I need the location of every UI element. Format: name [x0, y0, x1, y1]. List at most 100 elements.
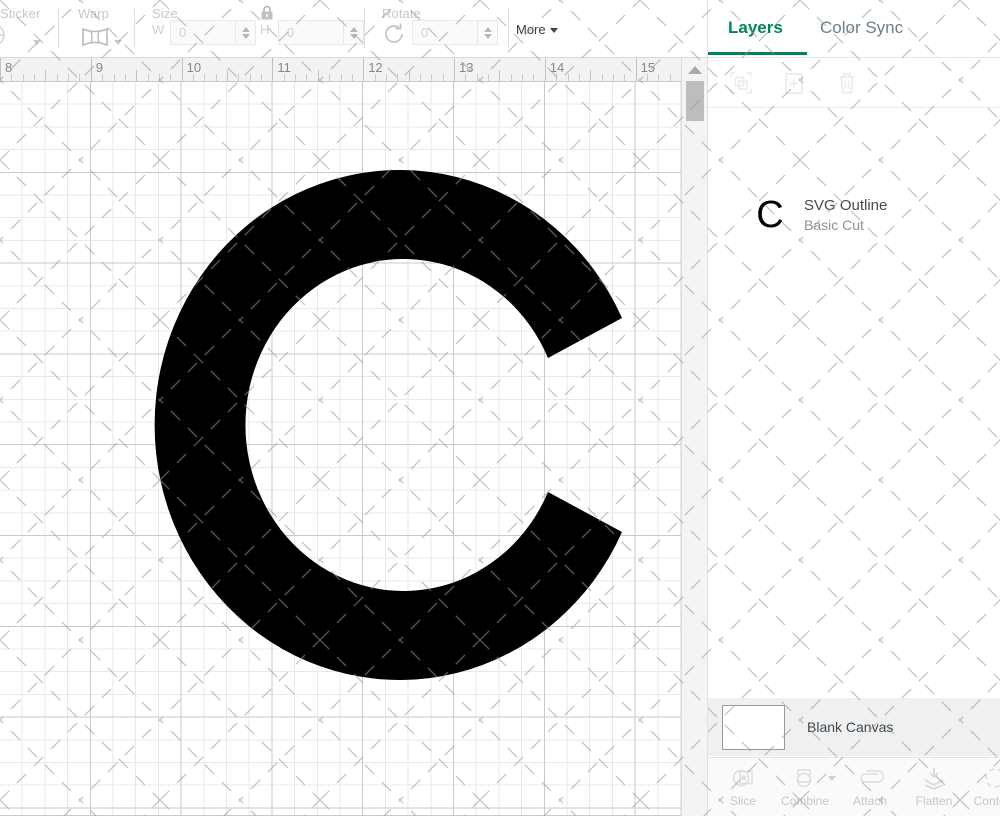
ruler-minor-tick	[488, 74, 489, 81]
scrollbar-thumb[interactable]	[686, 81, 704, 121]
ruler-minor-tick	[68, 74, 69, 81]
ruler-minor-tick	[624, 74, 625, 81]
ruler-number: 12	[368, 60, 382, 75]
ruler-minor-tick	[443, 74, 444, 81]
ruler-number: 9	[96, 60, 103, 75]
ruler-minor-tick	[533, 74, 534, 81]
ruler-minor-tick	[11, 74, 12, 81]
width-stepper[interactable]	[236, 20, 256, 45]
ruler-minor-tick	[227, 70, 228, 81]
ruler-minor-tick	[34, 74, 35, 81]
ruler-number: 11	[277, 60, 291, 75]
design-canvas[interactable]	[0, 82, 707, 816]
width-field-wrap[interactable]: 0	[170, 20, 256, 45]
height-input[interactable]: 0	[278, 20, 344, 45]
add-layer-icon[interactable]	[777, 66, 811, 100]
contour-button[interactable]: Contour	[966, 764, 1000, 816]
contour-icon	[982, 764, 1000, 792]
ruler-minor-tick	[647, 74, 648, 81]
ruler-minor-tick	[284, 74, 285, 81]
layer-subtitle: Basic Cut	[804, 217, 887, 233]
sticker-icon[interactable]	[0, 24, 20, 51]
group-icon[interactable]	[724, 66, 758, 100]
ruler-major-tick	[272, 58, 273, 82]
letter-c-shape[interactable]	[148, 170, 638, 685]
tab-layers[interactable]: Layers	[728, 18, 783, 38]
right-panel: Layers Color Sync	[707, 0, 1000, 816]
canvas-vertical-scrollbar[interactable]	[681, 58, 707, 816]
ruler-minor-tick	[602, 74, 603, 81]
ruler-major-tick	[363, 58, 364, 82]
ruler-minor-tick	[375, 74, 376, 81]
ruler-minor-tick	[170, 74, 171, 81]
ruler-minor-tick	[477, 74, 478, 81]
ruler-minor-tick	[579, 74, 580, 81]
more-label: More	[516, 22, 546, 37]
rotate-field-wrap[interactable]: 0	[412, 20, 498, 45]
top-toolbar: Sticker Warp	[0, 0, 707, 58]
flatten-label: Flatten	[916, 794, 953, 808]
warp-label: Warp	[78, 6, 109, 21]
ruler-minor-tick	[23, 74, 24, 81]
ruler-minor-tick	[341, 74, 342, 81]
warp-icon[interactable]	[80, 26, 110, 53]
layer-action-bar	[708, 58, 1000, 108]
ruler-major-tick	[0, 58, 1, 82]
ruler-number: 14	[550, 60, 564, 75]
rotate-input[interactable]: 0	[412, 20, 478, 45]
ruler-minor-tick	[556, 74, 557, 81]
active-tab-underline	[708, 52, 807, 55]
rotate-icon[interactable]	[382, 22, 408, 51]
scroll-up-arrow-icon[interactable]	[682, 62, 708, 78]
layer-text-block: SVG Outline Basic Cut	[804, 197, 887, 233]
flatten-icon	[921, 764, 947, 792]
list-item[interactable]: C SVG Outline Basic Cut	[708, 186, 1000, 244]
combine-dropdown-caret[interactable]	[828, 776, 836, 781]
tab-color-sync[interactable]: Color Sync	[820, 18, 903, 38]
blank-canvas-row[interactable]: Blank Canvas	[708, 698, 1000, 756]
attach-label: Attach	[853, 794, 887, 808]
warp-dropdown-caret[interactable]	[114, 34, 122, 52]
ruler-minor-tick	[216, 74, 217, 81]
rotate-stepper[interactable]	[478, 20, 498, 45]
flatten-button[interactable]: Flatten	[905, 764, 963, 816]
ruler-major-tick	[182, 58, 183, 82]
ruler-minor-tick	[238, 74, 239, 81]
ruler-minor-tick	[45, 70, 46, 81]
ruler-number: 13	[459, 60, 473, 75]
slice-button[interactable]: Slice	[714, 764, 772, 816]
ruler-major-tick	[454, 58, 455, 82]
more-button[interactable]: More	[516, 22, 558, 37]
ruler-minor-tick	[397, 74, 398, 81]
ruler-minor-tick	[148, 74, 149, 81]
ruler-major-tick	[636, 58, 637, 82]
ruler-number: 8	[5, 60, 12, 75]
ruler-minor-tick	[522, 74, 523, 81]
ruler-minor-tick	[670, 74, 671, 81]
attach-icon	[856, 764, 884, 792]
ruler-minor-tick	[250, 74, 251, 81]
layer-thumbnail-glyph: C	[756, 196, 783, 234]
height-stepper[interactable]	[344, 20, 364, 45]
ruler-minor-tick	[658, 74, 659, 81]
layer-title: SVG Outline	[804, 197, 887, 214]
blank-canvas-label: Blank Canvas	[807, 719, 893, 735]
height-field-wrap[interactable]: 0	[278, 20, 364, 45]
width-input[interactable]: 0	[170, 20, 236, 45]
horizontal-ruler[interactable]: 89101112131415	[0, 58, 707, 82]
attach-button[interactable]: Attach	[841, 764, 899, 816]
blank-canvas-thumbnail	[722, 705, 785, 750]
ruler-minor-tick	[318, 70, 319, 81]
ruler-minor-tick	[159, 74, 160, 81]
delete-icon[interactable]	[830, 66, 864, 100]
ruler-minor-tick	[568, 74, 569, 81]
combine-button[interactable]: Combine	[776, 764, 834, 816]
layer-thumbnail: C	[748, 193, 792, 237]
ruler-minor-tick	[386, 74, 387, 81]
ruler-minor-tick	[136, 70, 137, 81]
slice-label: Slice	[730, 794, 756, 808]
app-root: Sticker Warp	[0, 0, 1000, 816]
width-label: W	[152, 22, 164, 37]
ruler-number: 10	[187, 60, 201, 75]
sticker-dropdown-caret[interactable]	[33, 34, 41, 52]
